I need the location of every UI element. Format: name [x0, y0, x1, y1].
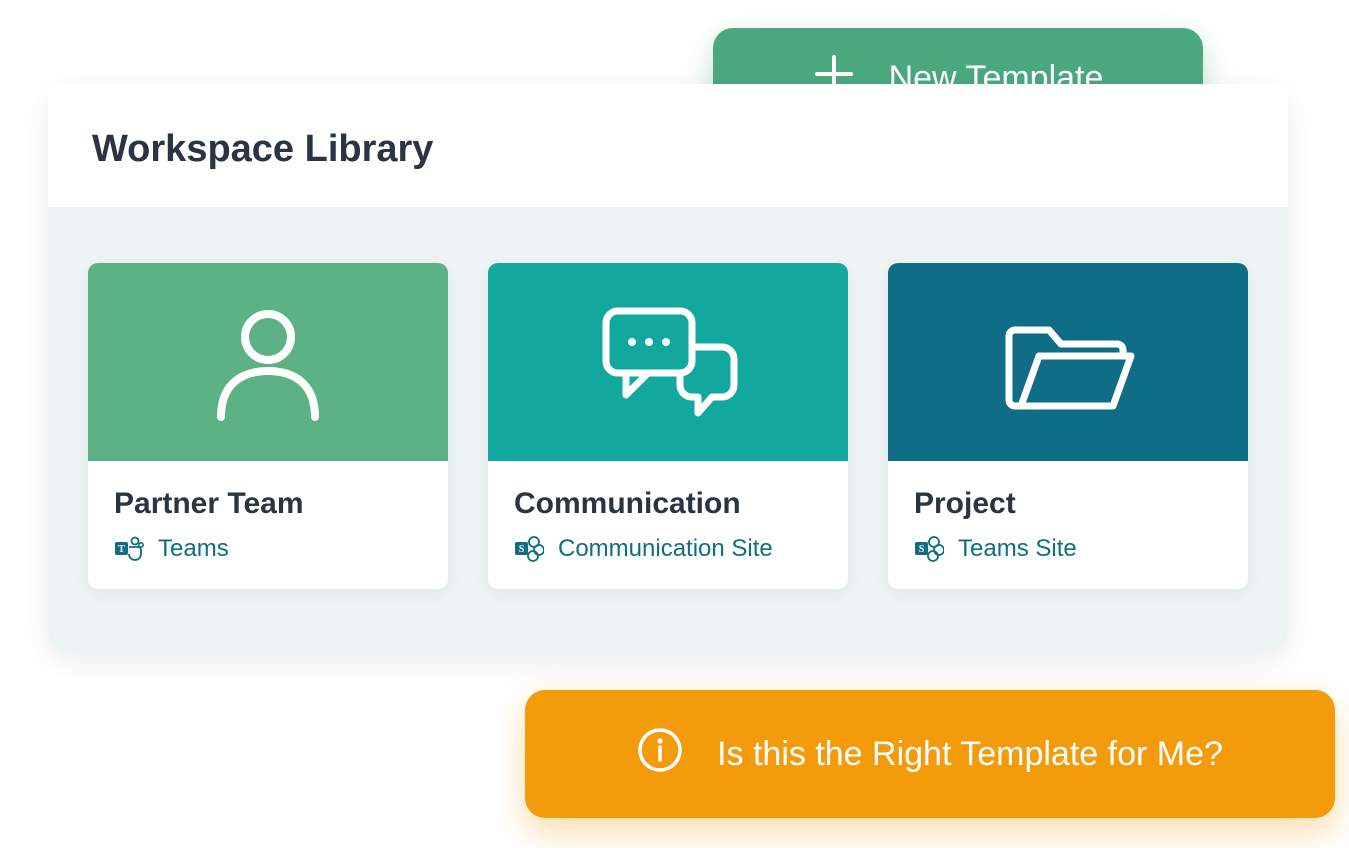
help-template-button[interactable]: Is this the Right Template for Me? — [525, 690, 1335, 818]
card-title: Partner Team — [114, 487, 422, 521]
folder-icon — [993, 302, 1143, 422]
card-hero — [888, 263, 1248, 461]
card-subtitle-row: S Communication Site — [514, 535, 822, 563]
card-subtitle: Communication Site — [558, 535, 773, 563]
page-title: Workspace Library — [92, 128, 1244, 171]
card-title: Communication — [514, 487, 822, 521]
workspace-library-panel: Workspace Library Partner Team — [48, 84, 1288, 653]
card-subtitle: Teams — [158, 535, 229, 563]
svg-text:S: S — [919, 544, 925, 555]
card-body: Partner Team T Teams — [88, 461, 448, 589]
card-subtitle-row: S Teams Site — [914, 535, 1222, 563]
card-body: Communication S Communication Site — [488, 461, 848, 589]
template-card-partner-team[interactable]: Partner Team T Teams — [88, 263, 448, 589]
cards-row: Partner Team T Teams — [48, 207, 1288, 653]
template-card-project[interactable]: Project S Teams Site — [888, 263, 1248, 589]
svg-text:T: T — [118, 544, 125, 555]
sharepoint-icon: S — [914, 535, 944, 563]
card-hero — [88, 263, 448, 461]
template-card-communication[interactable]: Communication S Communication Site — [488, 263, 848, 589]
card-subtitle-row: T Teams — [114, 535, 422, 563]
person-icon — [203, 297, 333, 427]
teams-icon: T — [114, 535, 144, 563]
card-subtitle: Teams Site — [958, 535, 1077, 563]
card-title: Project — [914, 487, 1222, 521]
help-template-label: Is this the Right Template for Me? — [717, 735, 1223, 774]
panel-header: Workspace Library — [48, 84, 1288, 207]
card-body: Project S Teams Site — [888, 461, 1248, 589]
chat-icon — [588, 297, 748, 427]
sharepoint-icon: S — [514, 535, 544, 563]
card-hero — [488, 263, 848, 461]
svg-text:S: S — [519, 544, 525, 555]
info-icon — [637, 727, 683, 782]
